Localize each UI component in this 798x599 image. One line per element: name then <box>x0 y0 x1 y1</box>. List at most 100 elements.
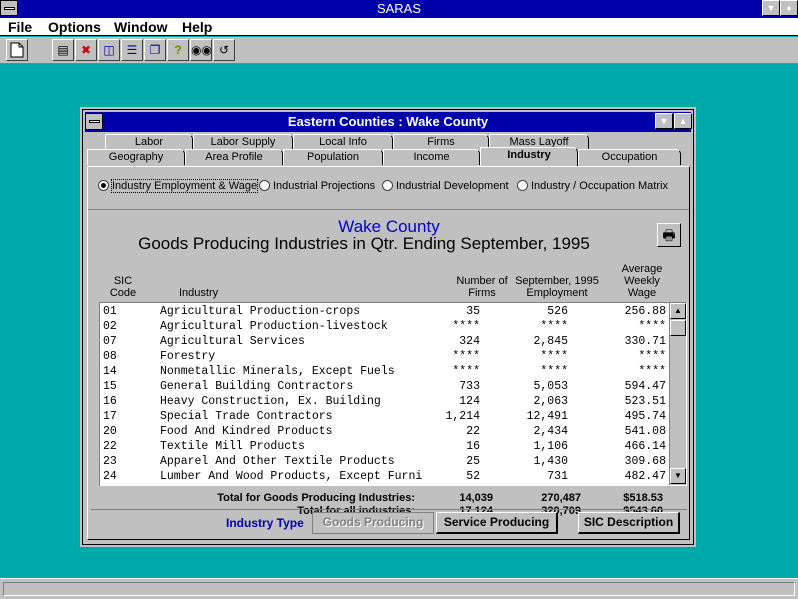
tab-geography[interactable]: Geography <box>87 149 185 165</box>
scroll-thumb[interactable] <box>670 320 686 336</box>
cascade-button[interactable]: ☰ <box>121 39 143 61</box>
scroll-down-button[interactable]: ▼ <box>670 468 686 484</box>
refresh-button[interactable]: ↺ <box>213 39 235 61</box>
scroll-up-button[interactable]: ▲ <box>670 303 686 319</box>
find-binoculars-icon: ◉◉ <box>191 43 212 57</box>
employment-cell: 1,106 <box>533 440 568 453</box>
arrow-up-icon: ▲ <box>674 306 682 315</box>
tab-industry[interactable]: Industry <box>480 147 578 166</box>
firms-cell: **** <box>452 320 480 333</box>
sic-code-cell: 07 <box>103 335 117 348</box>
radio-label: Industry Employment & Wage <box>110 179 259 193</box>
report-area: Wake County Goods Producing Industries i… <box>91 213 687 517</box>
industry-cell: Agricultural Production-livestock <box>160 320 388 333</box>
windows-button[interactable]: ❐ <box>144 39 166 61</box>
firms-cell: 52 <box>466 470 480 483</box>
tab-labor-supply[interactable]: Labor Supply <box>193 134 293 150</box>
radio-industry-employment-wage[interactable]: Industry Employment & Wage <box>98 179 259 193</box>
tab-labor[interactable]: Labor <box>105 134 193 150</box>
radio-unselected-icon <box>517 180 528 191</box>
industry-cell: Forestry <box>160 350 216 363</box>
wage-cell: 466.14 <box>624 440 666 453</box>
window-dropdown-button[interactable]: ▼ <box>655 113 673 129</box>
help-icon: ? <box>174 43 182 57</box>
help-button[interactable]: ? <box>167 39 189 61</box>
tab-occupation[interactable]: Occupation <box>578 149 681 165</box>
menu-options[interactable]: Options <box>48 19 101 35</box>
industry-cell: Apparel And Other Textile Products <box>160 455 395 468</box>
grid-wrap: 01 Agricultural Production-crops 35 526 256.… <box>95 302 687 486</box>
tab-local-info[interactable]: Local Info <box>293 134 393 150</box>
table-row[interactable]: 14 Nonmetallic Minerals, Except Fuels ****… <box>100 365 670 380</box>
menu-window[interactable]: Window <box>114 19 168 35</box>
vertical-scrollbar[interactable]: ▲ ▼ <box>669 303 686 485</box>
employment-cell: 12,491 <box>526 410 568 423</box>
industry-cell: Agricultural Services <box>160 335 305 348</box>
radio-industry-occupation-matrix[interactable]: Industry / Occupation Matrix <box>517 180 668 192</box>
sic-code-cell: 14 <box>103 365 117 378</box>
tab-income[interactable]: Income <box>383 149 480 165</box>
table-row[interactable]: 24 Lumber And Wood Products, Except Furni… <box>100 470 670 485</box>
col-employment: September, 1995 Employment <box>515 275 599 299</box>
col-industry: Industry <box>179 287 219 299</box>
table-row[interactable]: 08 Forestry **** **** **** <box>100 350 670 365</box>
service-producing-button[interactable]: Service Producing <box>436 512 558 534</box>
new-document-button[interactable] <box>6 39 28 61</box>
app-restore-button[interactable]: ♦ <box>780 0 798 16</box>
sic-code-cell: 22 <box>103 440 117 453</box>
employment-cell: 5,053 <box>533 380 568 393</box>
industry-cell: Special Trade Contractors <box>160 410 333 423</box>
employment-cell: **** <box>540 365 568 378</box>
report-icon: ▤ <box>57 43 69 57</box>
menu-file[interactable]: File <box>8 19 32 35</box>
table-row[interactable]: 20 Food And Kindred Products 22 2,434 541.08 <box>100 425 670 440</box>
table-row[interactable]: 07 Agricultural Services 324 2,845 330.71 <box>100 335 670 350</box>
tab-area-profile[interactable]: Area Profile <box>185 149 283 165</box>
radio-industrial-projections[interactable]: Industrial Projections <box>259 180 375 192</box>
goods-producing-button[interactable]: Goods Producing <box>312 512 434 534</box>
sic-description-button[interactable]: SIC Description <box>578 512 680 534</box>
total-goods-label: Total for Goods Producing Industries: <box>217 492 415 504</box>
menu-bar: File Options Window Help <box>0 18 798 36</box>
county-window: Eastern Counties : Wake County ▼ ▲ Labor… <box>80 107 696 547</box>
table-row[interactable]: 16 Heavy Construction, Ex. Building 124 2,0… <box>100 395 670 410</box>
total-goods-firms: 14,039 <box>459 492 493 504</box>
employment-cell: 2,063 <box>533 395 568 408</box>
radio-industrial-development[interactable]: Industrial Development <box>382 180 509 192</box>
employment-cell: 2,434 <box>533 425 568 438</box>
app-minimize-button[interactable]: ▼ <box>762 0 780 16</box>
industry-cell: Nonmetallic Minerals, Except Fuels <box>160 365 395 378</box>
wage-cell: 330.71 <box>624 335 666 348</box>
report-button[interactable]: ▤ <box>52 39 74 61</box>
table-row[interactable]: 22 Textile Mill Products 16 1,106 466.14 <box>100 440 670 455</box>
divider <box>88 209 689 210</box>
print-button[interactable]: 🖶 <box>657 223 681 247</box>
menu-help[interactable]: Help <box>182 19 212 35</box>
table-row[interactable]: 17 Special Trade Contractors 1,214 12,491 49… <box>100 410 670 425</box>
printer-icon: 🖶 <box>662 227 676 243</box>
firms-cell: 124 <box>459 395 480 408</box>
radio-label: Industrial Development <box>396 180 509 192</box>
firms-cell: **** <box>452 350 480 363</box>
find-button[interactable]: ◉◉ <box>190 39 212 61</box>
status-panel <box>3 582 795 596</box>
new-document-icon <box>10 42 24 58</box>
window-maximize-button[interactable]: ▲ <box>674 113 692 129</box>
industry-cell: General Building Contractors <box>160 380 354 393</box>
table-row[interactable]: 15 General Building Contractors 733 5,053 59… <box>100 380 670 395</box>
table-row[interactable]: 02 Agricultural Production-livestock **** *… <box>100 320 670 335</box>
wage-cell: 256.88 <box>624 305 666 318</box>
firms-cell: 16 <box>466 440 480 453</box>
tile-button[interactable]: ◫ <box>98 39 120 61</box>
close-report-button[interactable]: ✖ <box>75 39 97 61</box>
table-row[interactable]: 23 Apparel And Other Textile Products 25 1,… <box>100 455 670 470</box>
industry-cell: Lumber And Wood Products, Except Furni <box>160 470 423 483</box>
employment-cell: 731 <box>547 470 568 483</box>
firms-cell: 1,214 <box>445 410 480 423</box>
tab-firms[interactable]: Firms <box>393 134 489 150</box>
employment-cell: **** <box>540 320 568 333</box>
tab-population[interactable]: Population <box>283 149 383 165</box>
employment-cell: 526 <box>547 305 568 318</box>
wage-cell: 309.68 <box>624 455 666 468</box>
table-row[interactable]: 01 Agricultural Production-crops 35 526 256.… <box>100 305 670 320</box>
